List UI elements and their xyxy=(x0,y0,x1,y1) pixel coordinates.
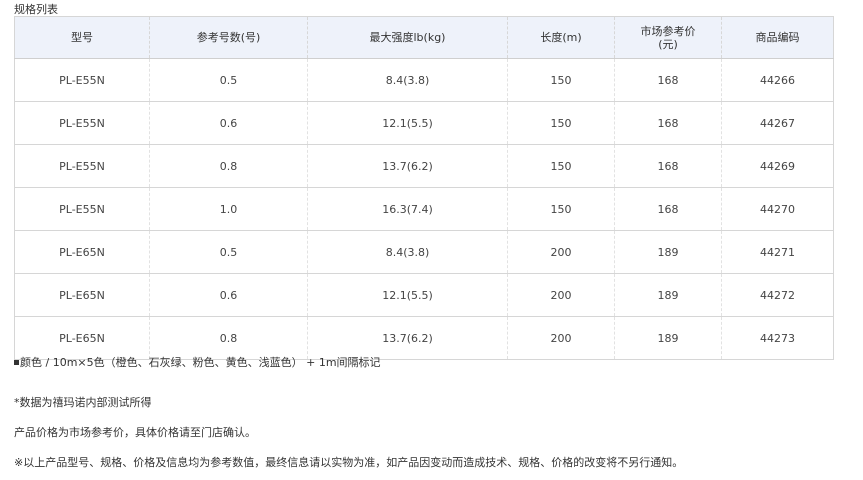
cell-model: PL-E55N xyxy=(14,187,150,231)
cell-length: 200 xyxy=(507,230,615,274)
spec-table: 型号 参考号数(号) 最大强度lb(kg) 长度(m) 市场参考价 (元) 商品编… xyxy=(14,16,834,360)
table-row: PL-E55N 0.6 12.1(5.5) 150 168 44267 xyxy=(14,101,834,145)
cell-length: 150 xyxy=(507,58,615,102)
cell-length: 150 xyxy=(507,101,615,145)
cell-max-strength: 8.4(3.8) xyxy=(307,230,508,274)
cell-price: 168 xyxy=(614,101,722,145)
cell-model: PL-E55N xyxy=(14,101,150,145)
color-note: 颜色 / 10m×5色（橙色、石灰绿、粉色、黄色、浅蓝色） + 1m间隔标记 xyxy=(14,356,381,370)
cell-product-code: 44266 xyxy=(721,58,834,102)
cell-max-strength: 12.1(5.5) xyxy=(307,101,508,145)
disclaimer-note: ※以上产品型号、规格、价格及信息均为参考数值，最终信息请以实物为准，如产品因变动… xyxy=(14,456,684,469)
cell-model: PL-E55N xyxy=(14,58,150,102)
cell-size: 0.5 xyxy=(149,58,308,102)
cell-model: PL-E55N xyxy=(14,144,150,188)
table-row: PL-E55N 0.8 13.7(6.2) 150 168 44269 xyxy=(14,144,834,188)
cell-size: 0.8 xyxy=(149,316,308,360)
cell-price: 189 xyxy=(614,230,722,274)
cell-product-code: 44273 xyxy=(721,316,834,360)
cell-size: 0.6 xyxy=(149,273,308,317)
cell-max-strength: 13.7(6.2) xyxy=(307,144,508,188)
table-row: PL-E65N 0.6 12.1(5.5) 200 189 44272 xyxy=(14,273,834,317)
cell-model: PL-E65N xyxy=(14,316,150,360)
header-length: 长度(m) xyxy=(507,16,615,59)
cell-model: PL-E65N xyxy=(14,273,150,317)
cell-max-strength: 13.7(6.2) xyxy=(307,316,508,360)
cell-size: 1.0 xyxy=(149,187,308,231)
header-max-strength: 最大强度lb(kg) xyxy=(307,16,508,59)
table-row: PL-E55N 1.0 16.3(7.4) 150 168 44270 xyxy=(14,187,834,231)
data-source-note: *数据为禧玛诺内部测试所得 xyxy=(14,396,152,409)
cell-length: 200 xyxy=(507,273,615,317)
price-note: 产品价格为市场参考价，具体价格请至门店确认。 xyxy=(14,426,256,439)
color-note-text: 颜色 / 10m×5色（橙色、石灰绿、粉色、黄色、浅蓝色） + 1m间隔标记 xyxy=(20,356,381,369)
cell-price: 168 xyxy=(614,144,722,188)
cell-size: 0.6 xyxy=(149,101,308,145)
cell-max-strength: 12.1(5.5) xyxy=(307,273,508,317)
header-model: 型号 xyxy=(14,16,150,59)
cell-price: 189 xyxy=(614,273,722,317)
header-price: 市场参考价 (元) xyxy=(614,16,722,59)
cell-product-code: 44267 xyxy=(721,101,834,145)
cell-product-code: 44272 xyxy=(721,273,834,317)
cell-product-code: 44269 xyxy=(721,144,834,188)
cell-max-strength: 8.4(3.8) xyxy=(307,58,508,102)
cell-length: 200 xyxy=(507,316,615,360)
square-bullet-icon xyxy=(14,360,19,365)
table-row: PL-E65N 0.8 13.7(6.2) 200 189 44273 xyxy=(14,316,834,360)
cell-size: 0.8 xyxy=(149,144,308,188)
header-size: 参考号数(号) xyxy=(149,16,308,59)
cell-product-code: 44270 xyxy=(721,187,834,231)
table-row: PL-E55N 0.5 8.4(3.8) 150 168 44266 xyxy=(14,58,834,102)
cell-price: 168 xyxy=(614,58,722,102)
cell-model: PL-E65N xyxy=(14,230,150,274)
cell-size: 0.5 xyxy=(149,230,308,274)
cell-price: 168 xyxy=(614,187,722,231)
cell-length: 150 xyxy=(507,144,615,188)
cell-price: 189 xyxy=(614,316,722,360)
cell-product-code: 44271 xyxy=(721,230,834,274)
table-caption: 规格列表 xyxy=(14,3,58,16)
table-row: PL-E65N 0.5 8.4(3.8) 200 189 44271 xyxy=(14,230,834,274)
cell-max-strength: 16.3(7.4) xyxy=(307,187,508,231)
table-header-row: 型号 参考号数(号) 最大强度lb(kg) 长度(m) 市场参考价 (元) 商品编… xyxy=(14,16,834,59)
cell-length: 150 xyxy=(507,187,615,231)
header-product-code: 商品编码 xyxy=(721,16,834,59)
